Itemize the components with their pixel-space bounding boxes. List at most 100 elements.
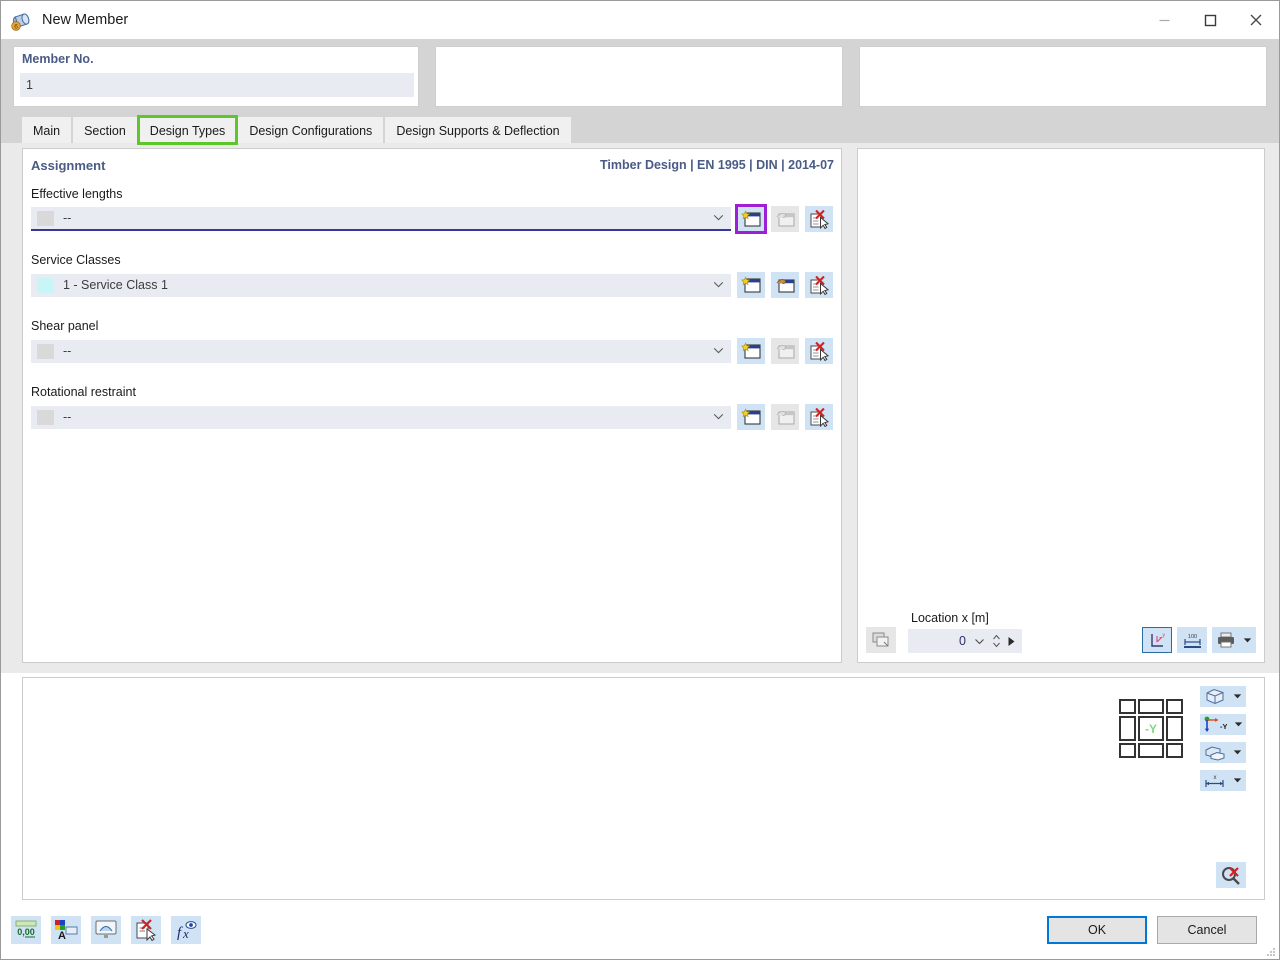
svg-text:y: y [1162, 632, 1165, 638]
formula-icon[interactable]: f x [171, 916, 201, 944]
tab-design-types[interactable]: Design Types [138, 116, 238, 144]
member-no-label: Member No. [22, 52, 94, 66]
minimize-button[interactable] [1141, 1, 1187, 39]
combo-effective-lengths[interactable]: -- [31, 207, 731, 231]
render-mode-icon[interactable] [1200, 686, 1246, 707]
new-icon[interactable] [737, 338, 765, 364]
tab-label: Main [33, 124, 60, 138]
combo-shear-panel[interactable]: -- [31, 340, 731, 363]
view-direction-icon[interactable]: -Y [1200, 714, 1246, 735]
header-panel-3 [859, 46, 1267, 107]
chevron-down-icon[interactable] [713, 212, 724, 223]
content-area: Assignment Timber Design | EN 1995 | DIN… [1, 143, 1279, 673]
new-icon[interactable] [737, 404, 765, 430]
combo-value: -- [63, 211, 71, 225]
resize-grip[interactable] [1264, 945, 1276, 957]
snapshot-icon[interactable] [866, 627, 896, 653]
svg-text:x: x [1213, 775, 1216, 781]
combo-service-classes[interactable]: 1 - Service Class 1 [31, 274, 731, 297]
field-row: -- [31, 206, 836, 232]
chevron-down-icon[interactable] [713, 279, 724, 290]
location-x-value: 0 [959, 634, 966, 648]
tab-design-supports-deflection[interactable]: Design Supports & Deflection [384, 116, 571, 144]
chevron-down-icon[interactable] [1233, 749, 1242, 756]
field-row: -- [31, 338, 836, 364]
chevron-down-icon[interactable] [713, 345, 724, 356]
field-group: Effective lengths -- [31, 187, 836, 232]
tab-main[interactable]: Main [21, 116, 72, 144]
zoom-clear-icon[interactable] [1216, 862, 1246, 888]
field-label: Shear panel [31, 319, 836, 333]
member-no-input[interactable]: 1 [20, 73, 414, 97]
chevron-down-icon[interactable] [1234, 721, 1243, 728]
tab-label: Section [84, 124, 126, 138]
viewport-panel[interactable]: -Y -Y [22, 677, 1265, 900]
location-x-stepper[interactable]: 0 [908, 629, 1022, 653]
delete-icon[interactable] [805, 206, 833, 232]
dimension-icon[interactable]: x [1200, 770, 1246, 791]
tab-design-configurations[interactable]: Design Configurations [237, 116, 384, 144]
viewport-toolbar: -Y x [1200, 686, 1246, 791]
window-controls [1141, 1, 1279, 39]
assignment-title: Assignment [31, 158, 105, 173]
edit-icon[interactable] [771, 272, 799, 298]
member-no-panel: Member No. 1 [13, 46, 419, 107]
chevron-down-icon[interactable] [1243, 637, 1252, 644]
delete-icon[interactable] [805, 338, 833, 364]
spinner-arrows-icon[interactable] [992, 633, 1001, 649]
axes-icon[interactable]: y [1142, 627, 1172, 653]
location-label: Location x [m] [911, 611, 989, 625]
combo-value: -- [63, 344, 71, 358]
new-icon[interactable] [737, 206, 765, 232]
chevron-down-icon[interactable] [713, 411, 724, 422]
tab-label: Design Supports & Deflection [396, 124, 559, 138]
combo-rotational-restraint[interactable]: -- [31, 406, 731, 429]
field-row: -- [31, 404, 836, 430]
color-swatch [37, 211, 54, 226]
view-cube[interactable]: -Y [1117, 697, 1185, 761]
field-group: Rotational restraint -- [31, 385, 836, 430]
maximize-button[interactable] [1187, 1, 1233, 39]
field-label: Effective lengths [31, 187, 836, 201]
cancel-button[interactable]: Cancel [1157, 916, 1257, 944]
header-panel-2 [435, 46, 843, 107]
field-group: Service Classes 1 - Service Class 1 [31, 253, 836, 298]
svg-text:6: 6 [14, 24, 18, 31]
field-label: Rotational restraint [31, 385, 836, 399]
svg-text:A: A [58, 930, 66, 941]
field-label: Service Classes [31, 253, 836, 267]
design-standard-label: Timber Design | EN 1995 | DIN | 2014-07 [600, 158, 834, 172]
color-swatch [37, 278, 54, 293]
view-cube-label: -Y [1145, 722, 1157, 736]
visibility-icon[interactable] [1200, 742, 1246, 763]
delete-icon[interactable] [131, 916, 161, 944]
field-group: Shear panel -- [31, 319, 836, 364]
svg-text:0,00: 0,00 [17, 927, 35, 937]
edit-icon [771, 338, 799, 364]
delete-icon[interactable] [805, 272, 833, 298]
chevron-down-icon[interactable] [1233, 693, 1242, 700]
play-next-icon[interactable] [1007, 636, 1016, 647]
delete-icon[interactable] [805, 404, 833, 430]
preview-toolbar: y 100 [1142, 627, 1256, 653]
ok-button[interactable]: OK [1047, 916, 1147, 944]
title-bar: 6 New Member [1, 1, 1279, 39]
svg-text:-Y: -Y [1220, 722, 1227, 731]
dialog-buttons: OK Cancel [1047, 916, 1257, 944]
bottom-bar: 0,00 A [1, 908, 1279, 959]
tab-section[interactable]: Section [72, 116, 138, 144]
chevron-down-icon[interactable] [1233, 777, 1242, 784]
close-button[interactable] [1233, 1, 1279, 39]
edit-icon [771, 206, 799, 232]
scale-100-icon[interactable]: 100 [1177, 627, 1207, 653]
print-icon[interactable] [1212, 627, 1256, 653]
text-format-icon[interactable]: A [51, 916, 81, 944]
chevron-down-icon[interactable] [974, 636, 985, 647]
field-row: 1 - Service Class 1 [31, 272, 836, 298]
new-icon[interactable] [737, 272, 765, 298]
combo-value: -- [63, 410, 71, 424]
display-properties-icon[interactable] [91, 916, 121, 944]
combo-value: 1 - Service Class 1 [63, 278, 168, 292]
tab-label: Design Types [150, 124, 226, 138]
decimal-places-icon[interactable]: 0,00 [11, 916, 41, 944]
